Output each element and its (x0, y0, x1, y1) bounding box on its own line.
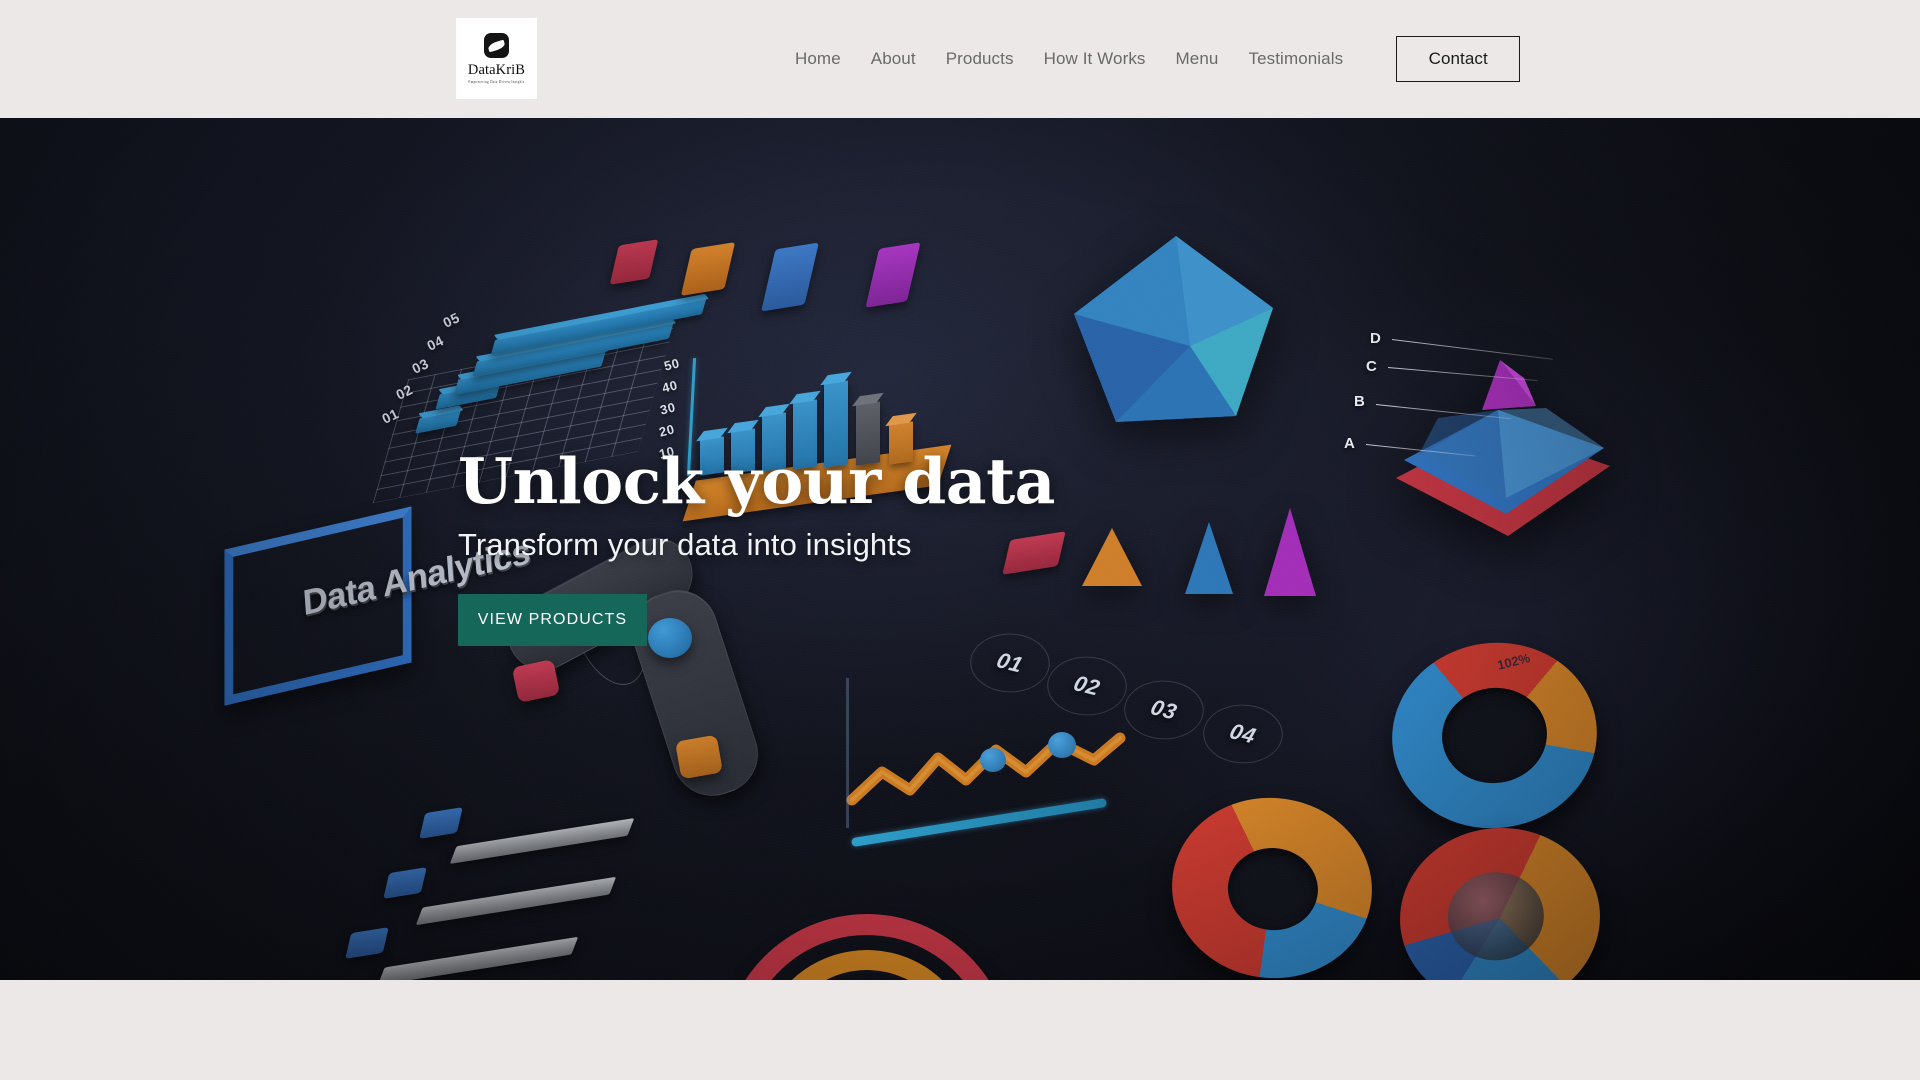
logo-wordmark: DataKriB (467, 61, 526, 78)
nav-menu[interactable]: Menu (1161, 49, 1234, 69)
site-header: DataKriB Empowering Data Driven Insights… (0, 0, 1920, 118)
view-products-button[interactable]: VIEW PRODUCTS (458, 593, 647, 646)
nav-home[interactable]: Home (780, 49, 856, 69)
nav-about[interactable]: About (856, 49, 931, 69)
nav-testimonials[interactable]: Testimonials (1233, 49, 1358, 69)
leaf-mark-icon (484, 32, 509, 58)
main-navigation: Home About Products How It Works Menu Te… (780, 0, 1521, 118)
logo-tagline: Empowering Data Driven Insights (468, 79, 525, 85)
hero-section: 01 02 03 04 05 50 40 30 20 10 (0, 118, 1920, 980)
nav-how-it-works[interactable]: How It Works (1029, 49, 1161, 69)
hero-title: Unlock your data (458, 444, 1056, 518)
logo[interactable]: DataKriB Empowering Data Driven Insights (456, 18, 537, 99)
below-fold-section (0, 980, 1920, 1080)
contact-button[interactable]: Contact (1396, 36, 1521, 82)
hero-copy: Unlock your data Transform your data int… (458, 448, 1098, 646)
hero-subtitle: Transform your data into insights (458, 526, 912, 562)
nav-products[interactable]: Products (931, 49, 1029, 69)
